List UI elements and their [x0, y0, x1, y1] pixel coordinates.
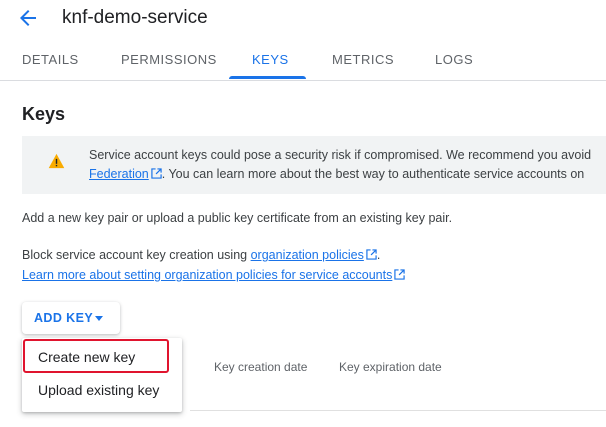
column-header-key-expiration-date[interactable]: Key expiration date — [339, 360, 442, 374]
block-key-suffix: . — [376, 248, 381, 262]
tab-details[interactable]: DETAILS — [22, 40, 79, 80]
column-header-key-creation-date[interactable]: Key creation date — [214, 360, 307, 374]
arrow-back-icon[interactable] — [16, 6, 40, 30]
tab-metrics[interactable]: METRICS — [332, 40, 394, 80]
table-divider — [190, 410, 606, 411]
block-key-text: Block service account key creation using… — [22, 248, 380, 262]
warning-line-1: Service account keys could pose a securi… — [89, 148, 592, 162]
warning-text: Service account keys could pose a securi… — [89, 146, 606, 184]
external-link-icon — [151, 168, 162, 179]
tab-permissions[interactable]: PERMISSIONS — [121, 40, 217, 80]
add-key-description: Add a new key pair or upload a public ke… — [22, 211, 453, 225]
warning-icon — [48, 153, 65, 169]
caret-down-icon — [95, 316, 103, 321]
organization-policies-link[interactable]: organization policies — [251, 248, 364, 262]
add-key-label: ADD KEY — [34, 311, 94, 325]
section-title: Keys — [22, 104, 66, 124]
warning-line-2-text: . You can learn more about the best way … — [161, 167, 585, 181]
external-link-icon — [394, 269, 406, 280]
tab-bar: DETAILS PERMISSIONS KEYS METRICS LOGS — [0, 40, 606, 81]
learn-more-row: Learn more about setting organization po… — [22, 268, 406, 282]
learn-more-link[interactable]: Learn more about setting organization po… — [22, 268, 392, 282]
active-tab-indicator — [229, 76, 306, 79]
add-key-menu: Create new key Upload existing key — [22, 338, 182, 412]
federation-link[interactable]: Federation — [89, 167, 149, 181]
external-link-icon — [366, 249, 377, 260]
page-title: knf-demo-service — [62, 7, 208, 28]
menu-item-create-new-key[interactable]: Create new key — [38, 349, 135, 365]
tab-logs[interactable]: LOGS — [435, 40, 473, 80]
warning-banner: Service account keys could pose a securi… — [22, 136, 606, 194]
block-key-prefix: Block service account key creation using — [22, 248, 251, 262]
header: knf-demo-service — [0, 0, 606, 40]
tab-keys[interactable]: KEYS — [252, 40, 289, 80]
warning-line-2: Federation . You can learn more about the… — [89, 165, 606, 184]
menu-item-upload-existing-key[interactable]: Upload existing key — [38, 382, 159, 398]
add-key-button[interactable]: ADD KEY — [22, 302, 120, 334]
